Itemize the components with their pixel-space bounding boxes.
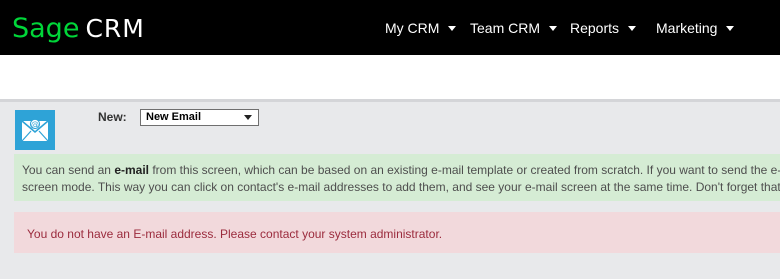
nav-reports-label: Reports (570, 19, 620, 36)
nav-my-crm-label: My CRM (385, 19, 440, 36)
new-item-select[interactable]: New Email (140, 109, 259, 126)
info-text-bold: e-mail (114, 163, 149, 177)
info-line-2: screen mode. This way you can click on c… (22, 180, 780, 194)
nav-my-crm[interactable]: My CRM (385, 0, 457, 55)
info-text-rest: from this screen, which can be based on … (149, 163, 780, 177)
logo-sage-word: Sage (12, 12, 80, 44)
nav-team-crm-label: Team CRM (470, 19, 541, 36)
error-text: You do not have an E-mail address. Pleas… (27, 227, 443, 241)
email-envelope-icon: @ (15, 110, 55, 150)
new-item-select-value: New Email (146, 111, 202, 123)
error-message: You do not have an E-mail address. Pleas… (14, 212, 780, 253)
secondary-header-bar (0, 55, 780, 102)
svg-text:@: @ (31, 120, 39, 129)
info-line-1: You can send an e-mail from this screen,… (22, 162, 780, 179)
chevron-down-icon (448, 25, 457, 31)
top-navigation-bar: Sage CRM My CRM Team CRM Reports Marketi… (0, 0, 780, 55)
nav-reports[interactable]: Reports (570, 0, 637, 55)
info-message: You can send an e-mail from this screen,… (14, 154, 780, 201)
sage-crm-logo[interactable]: Sage CRM (12, 12, 145, 44)
chevron-down-icon (628, 25, 637, 31)
select-caret-icon (244, 115, 252, 120)
logo-crm-word: CRM (85, 13, 145, 43)
chevron-down-icon (549, 25, 558, 31)
new-label: New: (98, 110, 127, 124)
nav-marketing-label: Marketing (656, 19, 718, 36)
info-text-start: You can send an (22, 163, 115, 177)
nav-marketing[interactable]: Marketing (656, 0, 735, 55)
chevron-down-icon (726, 25, 735, 31)
nav-team-crm[interactable]: Team CRM (470, 0, 558, 55)
